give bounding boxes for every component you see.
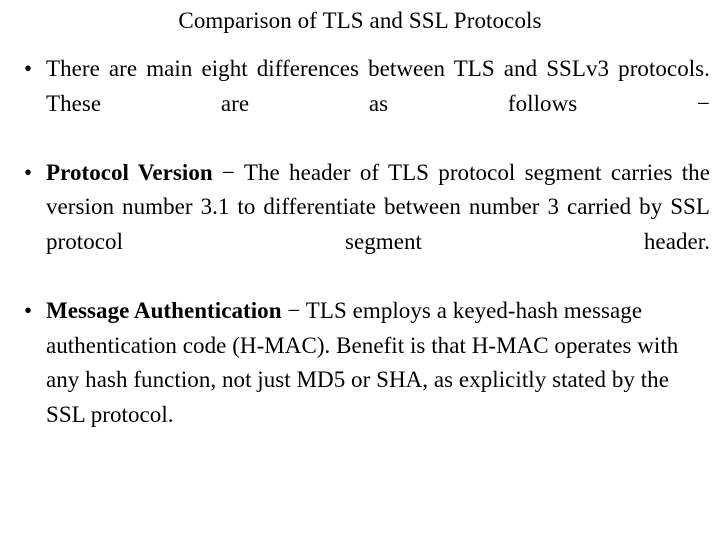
list-item-text: Protocol Version − The header of TLS pro… [46,156,710,294]
page-title: Comparison of TLS and SSL Protocols [178,8,542,33]
list-item-text: There are main eight differences between… [46,56,710,116]
bullet-list: • There are main eight differences betwe… [10,52,710,433]
bullet-glyph-icon: • [24,298,33,324]
bullet-glyph-icon: • [24,56,33,81]
bullet-glyph-icon: • [24,159,33,185]
slide-canvas: Comparison of TLS and SSL Protocols • Th… [0,0,720,540]
list-item-dash: − [281,298,306,324]
list-item: • Message Authentication − TLS employs a… [10,294,710,432]
list-item-dash: − [212,159,244,185]
list-item-text: Message Authentication − TLS employs a k… [46,294,710,432]
list-item-lead-term: Message Authentication [46,298,282,324]
list-item: • Protocol Version − The header of TLS p… [10,156,710,294]
list-item-lead-term: Protocol Version [46,159,213,185]
list-item: • There are main eight differences betwe… [10,52,710,156]
